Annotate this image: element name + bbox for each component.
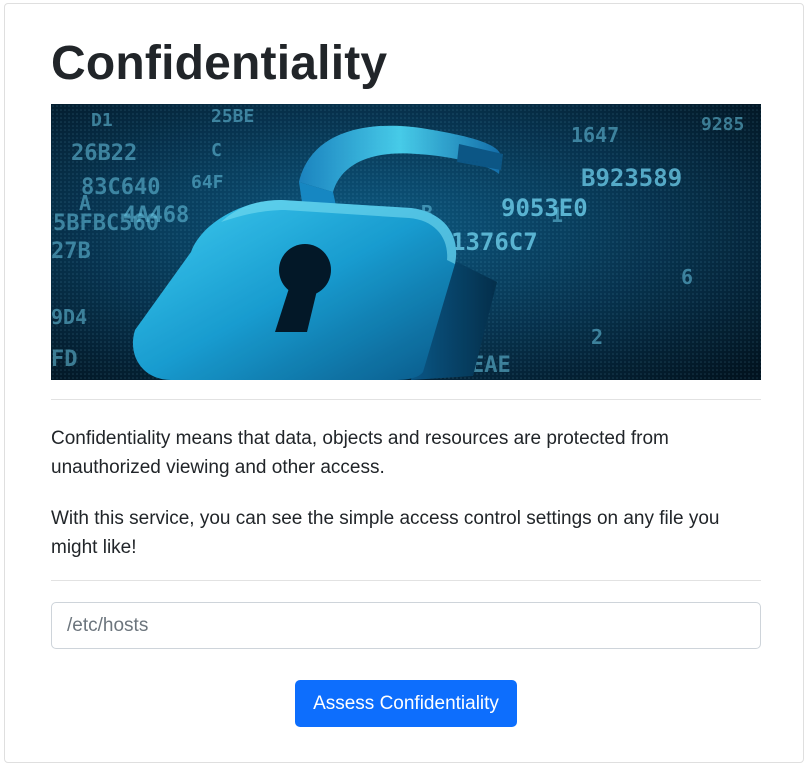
description-paragraph-1: Confidentiality means that data, objects… [51,428,669,478]
divider-bottom [51,580,761,581]
padlock-image: D1 25BE 1647 9285 26B22 C 83C640 64F B92… [51,104,761,380]
hero-image: D1 25BE 1647 9285 26B22 C 83C640 64F B92… [51,104,761,380]
page-title: Confidentiality [51,37,388,90]
file-path-input[interactable] [51,602,761,649]
main-card: Confidentiality D1 25BE 1647 9285 26B22 … [4,3,804,763]
divider-top [51,399,761,400]
description-paragraph-2: With this service, you can see the simpl… [51,508,720,558]
assess-confidentiality-button[interactable]: Assess Confidentiality [295,680,517,727]
